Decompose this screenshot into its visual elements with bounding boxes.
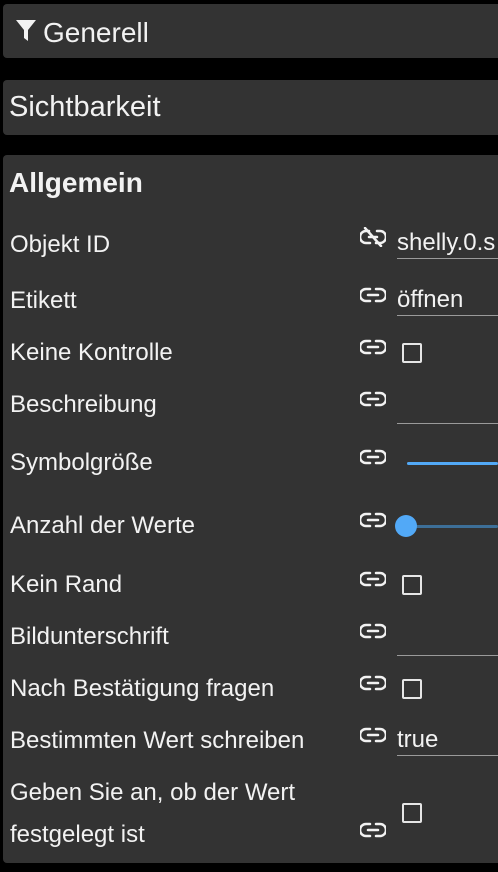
link-icon[interactable] bbox=[360, 725, 386, 745]
objekt-id-input[interactable]: shelly.0.s bbox=[397, 229, 498, 259]
label-anzahl-werte: Anzahl der Werte bbox=[10, 512, 195, 539]
link-icon[interactable] bbox=[360, 621, 386, 641]
link-icon[interactable] bbox=[360, 510, 386, 530]
link-icon[interactable] bbox=[360, 673, 386, 693]
link-icon[interactable] bbox=[360, 285, 386, 305]
anzahl-werte-slider-thumb[interactable] bbox=[395, 515, 417, 537]
keine-kontrolle-checkbox[interactable] bbox=[402, 343, 422, 363]
link-off-icon[interactable] bbox=[360, 227, 386, 247]
label-beschreibung: Beschreibung bbox=[10, 391, 157, 418]
allgemein-panel: Allgemein Objekt ID shelly.0.s Etikett ö… bbox=[3, 155, 498, 863]
label-objekt-id: Objekt ID bbox=[10, 231, 111, 258]
symbolgroesse-slider[interactable] bbox=[407, 462, 498, 465]
link-icon[interactable] bbox=[360, 389, 386, 409]
link-icon[interactable] bbox=[360, 337, 386, 357]
anzahl-werte-slider-track[interactable] bbox=[407, 525, 498, 528]
section-sichtbarkeit-header[interactable]: Sichtbarkeit bbox=[3, 80, 498, 135]
section-sichtbarkeit-title: Sichtbarkeit bbox=[9, 91, 161, 123]
beschreibung-input[interactable] bbox=[397, 394, 498, 424]
kein-rand-checkbox[interactable] bbox=[402, 575, 422, 595]
section-generell-header[interactable]: Generell bbox=[3, 4, 498, 58]
label-bildunterschrift: Bildunterschrift bbox=[10, 623, 169, 650]
label-keine-kontrolle: Keine Kontrolle bbox=[10, 339, 173, 366]
label-kein-rand: Kein Rand bbox=[10, 571, 123, 598]
label-wert-festgelegt-line1: Geben Sie an, ob der Wert bbox=[10, 779, 296, 806]
link-icon[interactable] bbox=[360, 447, 386, 467]
bestaetigung-checkbox[interactable] bbox=[402, 679, 422, 699]
section-generell-title: Generell bbox=[43, 17, 149, 48]
label-wert-festgelegt-line2: festgelegt ist bbox=[10, 821, 145, 848]
bestimmten-wert-input[interactable]: true bbox=[397, 726, 498, 756]
etikett-input[interactable]: öffnen bbox=[397, 286, 498, 316]
label-symbolgroesse: Symbolgröße bbox=[10, 449, 153, 476]
link-icon[interactable] bbox=[360, 569, 386, 589]
label-bestimmten-wert: Bestimmten Wert schreiben bbox=[10, 727, 305, 754]
panel-title: Allgemein bbox=[9, 167, 143, 198]
filter-icon bbox=[16, 20, 36, 41]
label-etikett: Etikett bbox=[10, 287, 77, 314]
bildunterschrift-input[interactable] bbox=[397, 626, 498, 656]
label-bestaetigung: Nach Bestätigung fragen bbox=[10, 675, 275, 702]
wert-festgelegt-checkbox[interactable] bbox=[402, 803, 422, 823]
link-icon[interactable] bbox=[360, 820, 386, 840]
